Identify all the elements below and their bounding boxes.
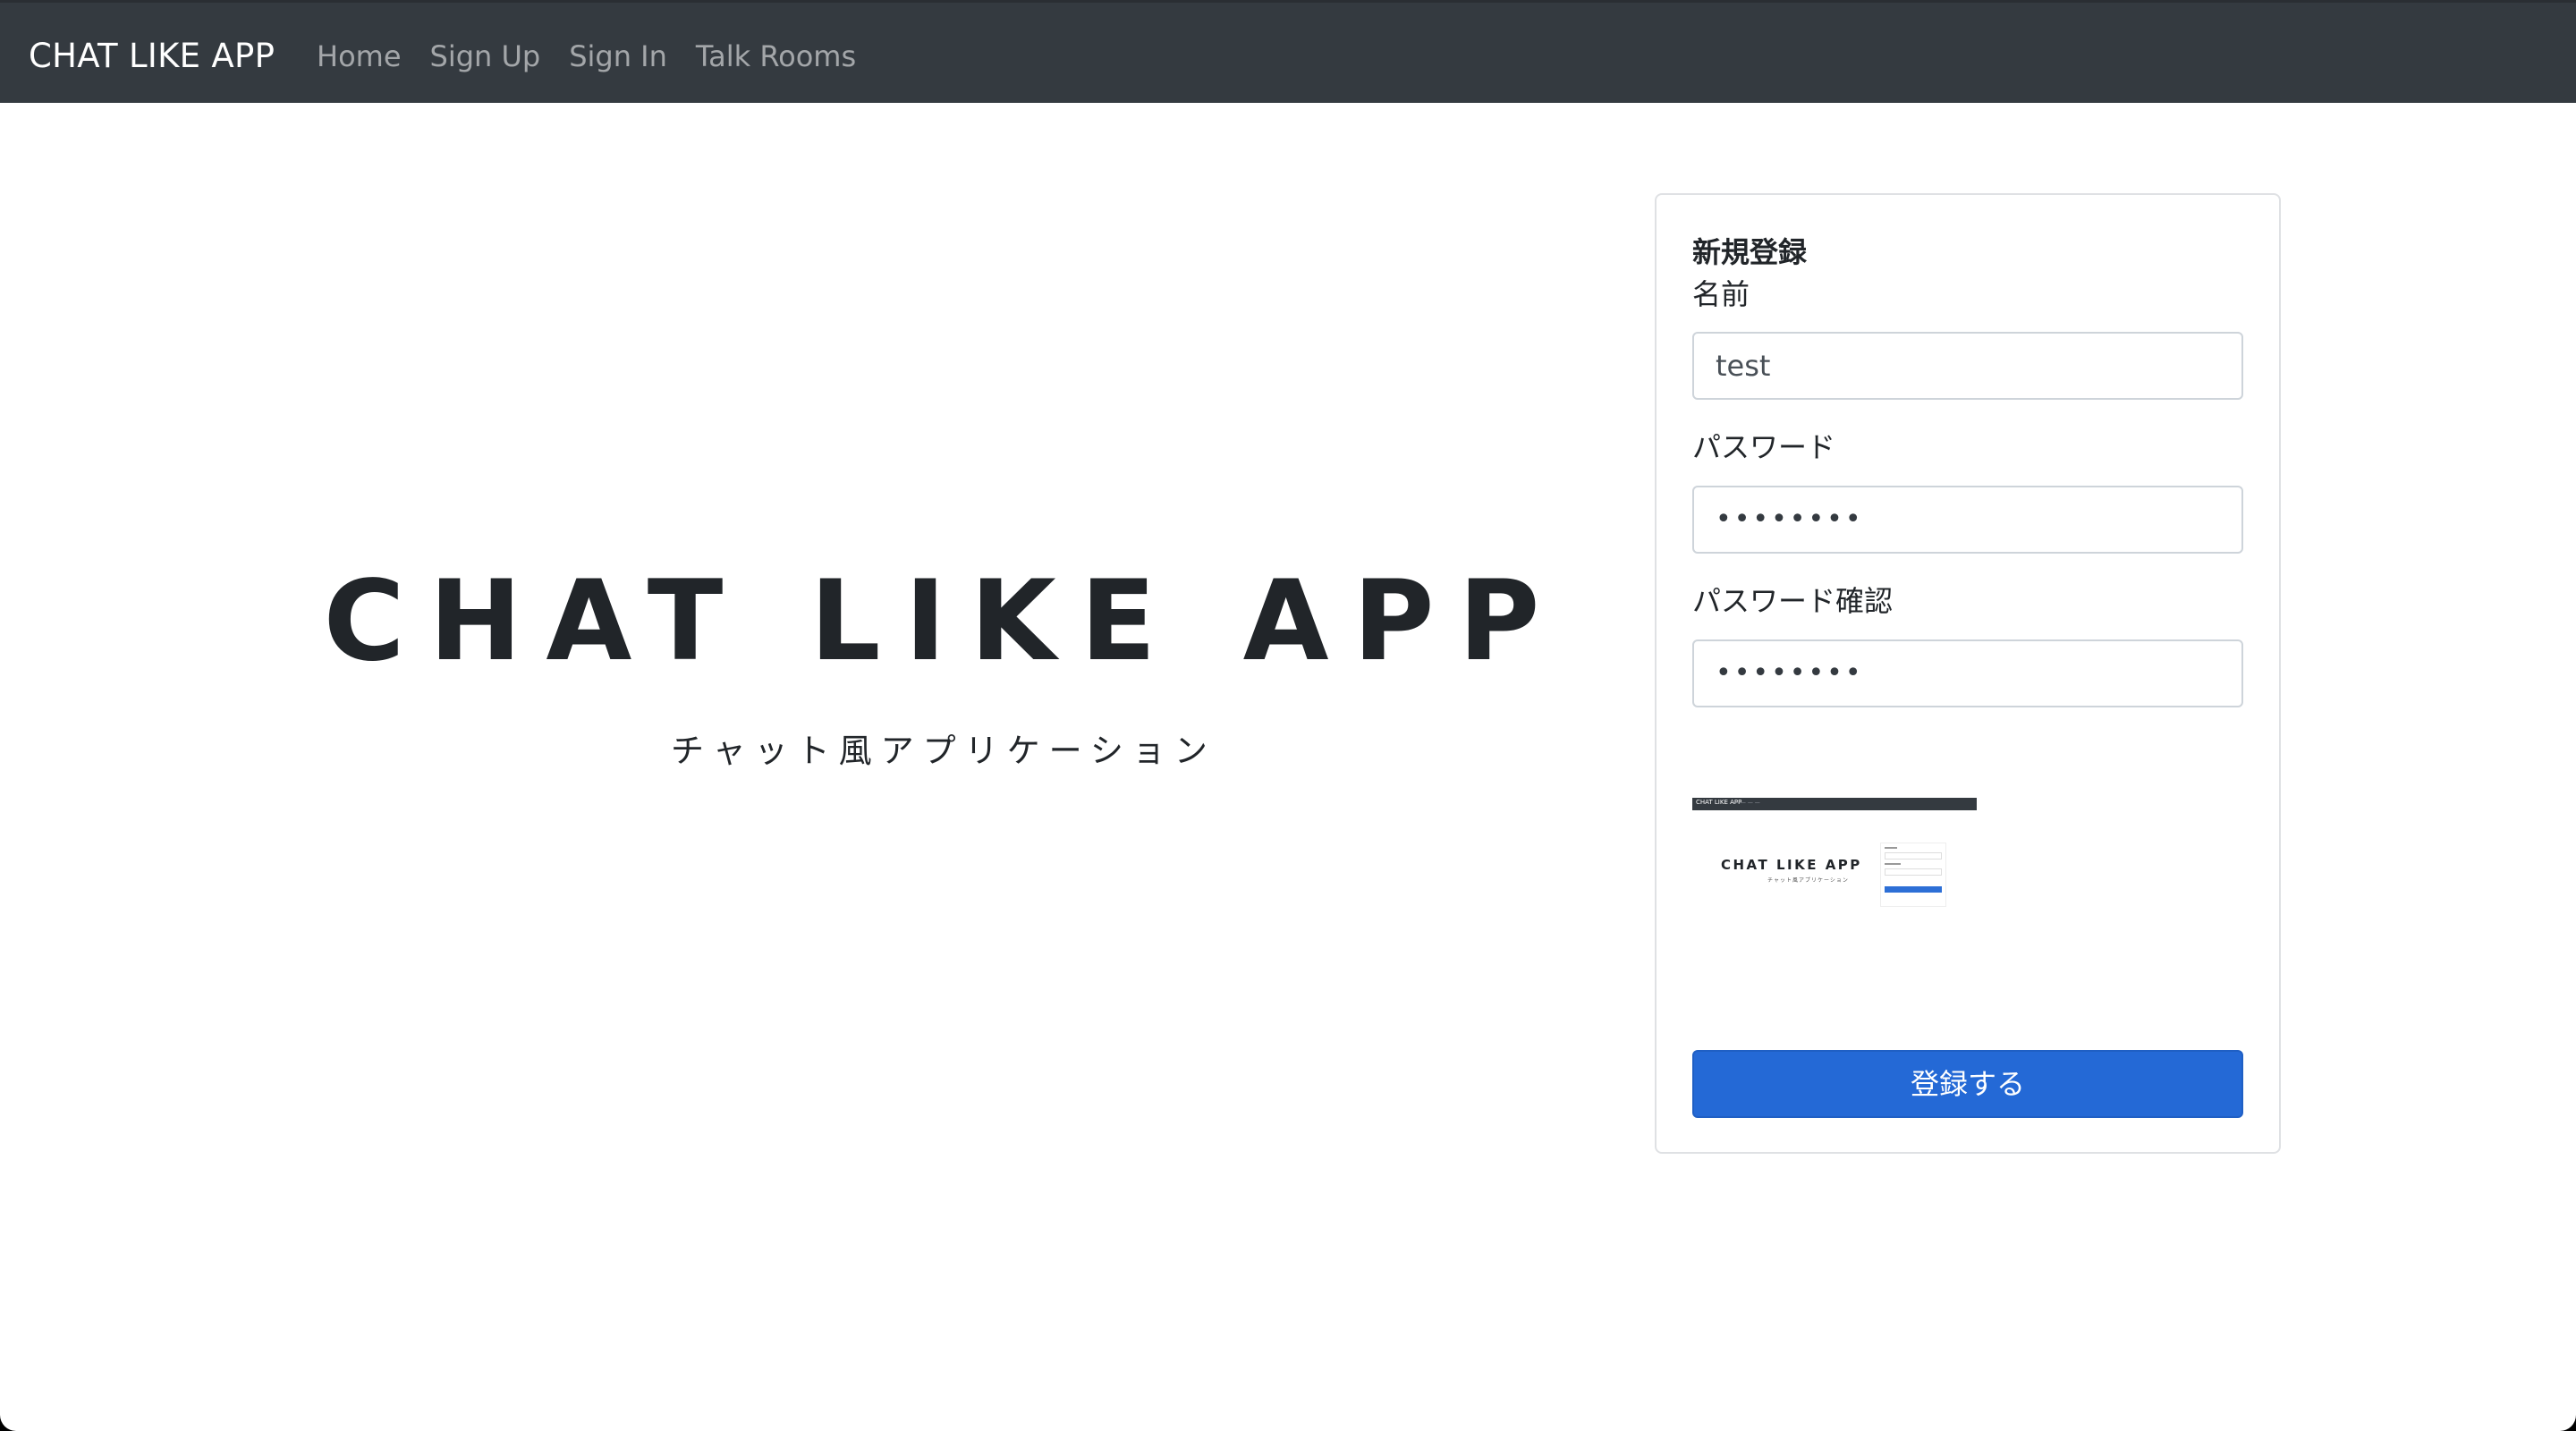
preview-field [1885,868,1942,876]
preview-navbar: CHAT LIKE APP — — — — [1692,798,1977,810]
nav-link-talk-rooms[interactable]: Talk Rooms [696,30,856,83]
name-label: 名前 [1692,277,1750,311]
page: CHAT LIKE APP Home Sign Up Sign In Talk … [0,0,2576,1431]
preview-links: — — — — [1733,800,1760,806]
preview-button [1885,886,1942,893]
preview-subtitle: チャット風アプリケーション [1767,877,1849,884]
nav-link-sign-up[interactable]: Sign Up [430,30,541,83]
nav-link-home[interactable]: Home [317,30,402,83]
name-input[interactable] [1692,332,2243,400]
preview-line [1885,863,1901,865]
password-confirm-label: パスワード確認 [1692,584,1894,618]
preview-field [1885,852,1942,859]
nav-links: Home Sign Up Sign In Talk Rooms [317,30,885,83]
password-input[interactable]: •••••••• [1692,486,2243,554]
preview-card [1880,843,1946,907]
preview-line [1885,847,1897,849]
password-label: パスワード [1692,430,1836,464]
navbar: CHAT LIKE APP Home Sign Up Sign In Talk … [0,0,2576,103]
preview-fade [1692,905,1977,959]
image-preview: CHAT LIKE APP — — — — CHAT LIKE APP チャット… [1692,798,1977,959]
password-confirm-input[interactable]: •••••••• [1692,639,2243,707]
hero-subtitle: チャット風アプリケーション [671,732,1216,770]
register-button[interactable]: 登録する [1692,1050,2243,1118]
hero-title: CHAT LIKE APP [323,557,1564,686]
signup-card-title: 新規登録 [1692,235,1808,269]
navbar-brand[interactable]: CHAT LIKE APP [29,30,275,83]
signup-card: 新規登録 名前 パスワード •••••••• パスワード確認 •••••••• … [1655,193,2281,1154]
nav-link-sign-in[interactable]: Sign In [569,30,667,83]
preview-title: CHAT LIKE APP [1721,857,1862,873]
